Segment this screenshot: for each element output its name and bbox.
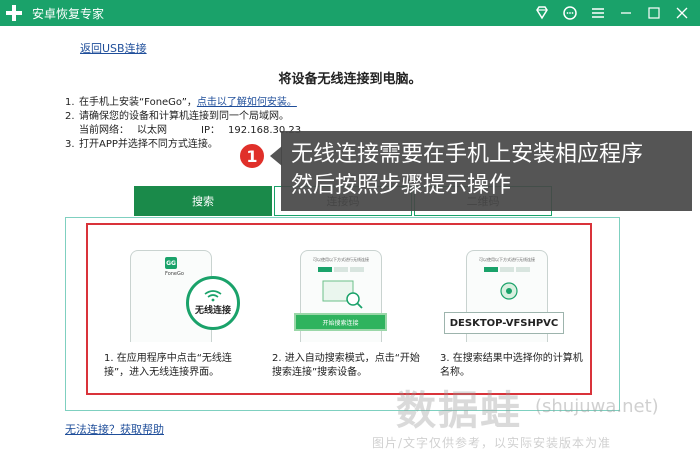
watermark-site: (shujuwa.net) — [535, 396, 659, 417]
app-title: 安卓恢复专家 — [32, 6, 105, 21]
minimize-icon[interactable] — [618, 5, 634, 21]
watermark-logo: 数据蛙 — [396, 388, 522, 434]
highlight-box — [86, 223, 592, 395]
page-title: 将设备无线连接到电脑。 — [278, 72, 422, 87]
step-3: 3. 打开APP并选择不同方式连接。 — [65, 139, 218, 150]
watermark-note: 图片/文字仅供参考，以实际安装版本为准 — [372, 436, 612, 450]
step-1: 1. 在手机上安装“FoneGo”， 点击以了解如何安装。 — [65, 96, 297, 110]
menu-icon[interactable] — [590, 5, 606, 21]
network-value: 以太网 — [137, 125, 167, 136]
feedback-icon[interactable] — [562, 5, 578, 21]
annotation-line-2: 然后按照步骤提示操作 — [291, 173, 512, 198]
maximize-icon[interactable] — [646, 5, 662, 21]
tab-search[interactable]: 搜索 — [134, 186, 272, 216]
instruction-steps: 1. 在手机上安装“FoneGo”， 点击以了解如何安装。 2. 请确保您的设备… — [65, 96, 301, 152]
title-bar: 安卓恢复专家 — [0, 0, 700, 26]
annotation-line-1: 无线连接需要在手机上安装相应程序 — [291, 142, 644, 167]
diamond-icon[interactable] — [534, 5, 550, 21]
app-logo-icon — [6, 5, 22, 21]
network-info: 当前网络： 以太网 IP： 192.168.30.23 — [79, 125, 302, 136]
close-icon[interactable] — [674, 5, 690, 21]
step-2: 2. 请确保您的设备和计算机连接到同一个局域网。 — [65, 111, 289, 122]
annotation-badge: 1 — [238, 142, 266, 170]
cannot-connect-help-link[interactable]: 无法连接？获取帮助 — [65, 421, 164, 437]
back-to-usb-link[interactable]: 返回USB连接 — [80, 40, 147, 56]
annotation-tooltip: 无线连接需要在手机上安装相应程序 然后按照步骤提示操作 — [281, 131, 692, 211]
how-to-install-link[interactable]: 点击以了解如何安装。 — [197, 96, 297, 110]
